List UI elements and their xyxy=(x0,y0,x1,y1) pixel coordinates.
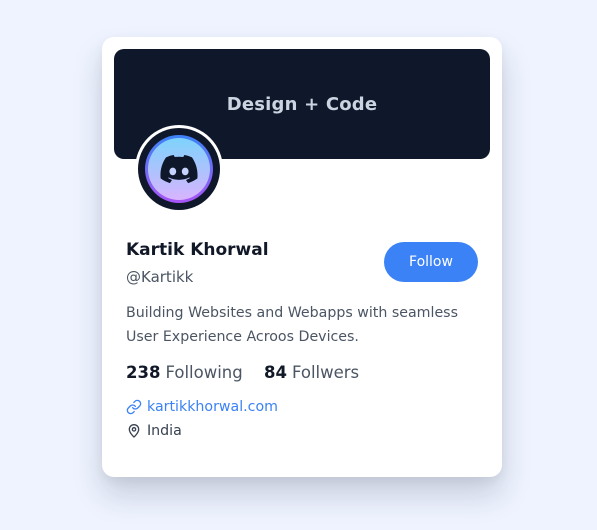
link-icon xyxy=(126,399,142,415)
avatar[interactable] xyxy=(135,125,223,213)
location-text: India xyxy=(147,423,182,439)
profile-bio: Building Websites and Webapps with seaml… xyxy=(126,305,458,345)
profile-name: Kartik Khorwal xyxy=(126,240,269,260)
website-link[interactable]: kartikkhorwal.com xyxy=(147,399,278,415)
following-stat[interactable]: 238 Following xyxy=(126,363,243,382)
followers-label: Follwers xyxy=(291,363,360,382)
location-row: India xyxy=(126,423,182,439)
profile-stats: 238 Following 84 Follwers xyxy=(126,363,359,382)
map-pin-icon xyxy=(126,423,142,439)
followers-stat[interactable]: 84 Follwers xyxy=(264,363,359,382)
followers-count: 84 xyxy=(263,363,287,382)
discord-logo-icon xyxy=(160,155,198,184)
follow-button[interactable]: Follow xyxy=(384,242,478,282)
website-row: kartikkhorwal.com xyxy=(126,399,278,415)
following-label: Following xyxy=(165,363,243,382)
following-count: 238 xyxy=(126,363,161,382)
profile-card: Design + Code Kartik Khorwal @Kartikk Fo… xyxy=(102,37,502,477)
banner-title: Design + Code xyxy=(226,93,378,115)
profile-handle: @Kartikk xyxy=(126,268,194,286)
